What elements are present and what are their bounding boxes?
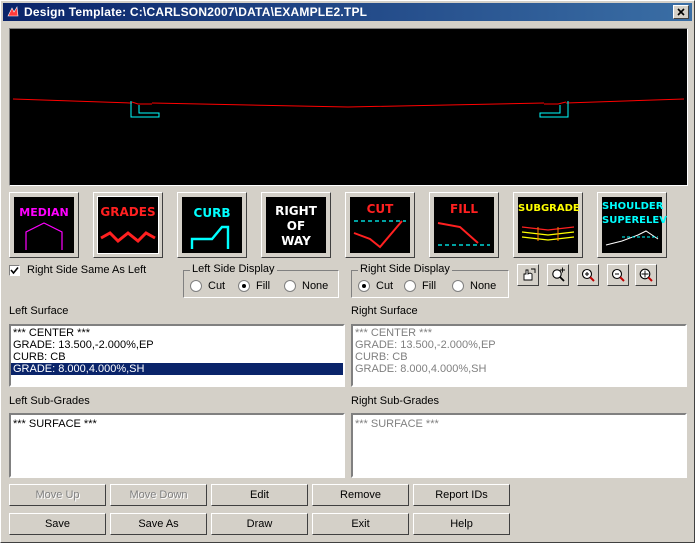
title-bar: Design Template: C:\CARLSON2007\DATA\EXA… bbox=[3, 3, 692, 21]
left-cut-radio[interactable] bbox=[190, 280, 202, 292]
right-of-way-label-line-3: WAY bbox=[281, 234, 311, 248]
left-surface-label: Left Surface bbox=[9, 305, 69, 317]
right-none-label: None bbox=[470, 280, 497, 292]
right-cut-label: Cut bbox=[376, 280, 394, 292]
median-icon: MEDIAN bbox=[14, 197, 74, 253]
cross-section-drawing bbox=[12, 98, 685, 118]
left-subgrades-label: Left Sub-Grades bbox=[9, 395, 90, 407]
list-item: *** SURFACE *** bbox=[355, 418, 439, 430]
left-subgrades-list[interactable]: *** SURFACE *** bbox=[9, 413, 345, 478]
list-item: GRADE: 13.500,-2.000%,EP bbox=[355, 339, 496, 351]
move-down-button[interactable]: Move Down bbox=[110, 484, 207, 506]
zoom-in-button[interactable] bbox=[577, 264, 599, 286]
list-item: *** CENTER *** bbox=[355, 327, 433, 339]
zoom-extents-icon bbox=[639, 268, 653, 282]
right-of-way-icon: RIGHT OF WAY bbox=[266, 197, 326, 253]
right-fill-radio[interactable] bbox=[404, 280, 416, 292]
window-title: Design Template: C:\CARLSON2007\DATA\EXA… bbox=[24, 5, 368, 19]
list-item[interactable]: CURB: CB bbox=[11, 351, 343, 363]
edit-button[interactable]: Edit bbox=[211, 484, 308, 506]
list-item-selected[interactable]: GRADE: 8.000,4.000%,SH bbox=[11, 363, 343, 375]
cut-icon: CUT bbox=[350, 197, 410, 253]
median-button[interactable]: MEDIAN bbox=[9, 192, 79, 258]
left-cut-label: Cut bbox=[208, 280, 226, 292]
zoom-window-button[interactable] bbox=[547, 264, 569, 286]
shoulder-superelev-icon: SHOULDER SUPERELEV bbox=[602, 197, 667, 253]
list-item[interactable]: *** SURFACE *** bbox=[11, 418, 343, 430]
subgrade-button[interactable]: SUBGRADE bbox=[513, 192, 583, 258]
left-fill-radio[interactable] bbox=[238, 280, 250, 292]
right-same-as-left-label: Right Side Same As Left bbox=[27, 264, 147, 276]
checkmark-icon bbox=[10, 266, 19, 275]
remove-button[interactable]: Remove bbox=[312, 484, 409, 506]
curb-button[interactable]: CURB bbox=[177, 192, 247, 258]
subgrade-icon: SUBGRADE bbox=[518, 197, 580, 253]
right-surface-list: *** CENTER *** GRADE: 13.500,-2.000%,EP … bbox=[351, 324, 687, 387]
left-side-display-group: Left Side Display Cut Fill None bbox=[183, 263, 339, 298]
template-preview-canvas bbox=[9, 28, 688, 186]
right-surface-label: Right Surface bbox=[351, 305, 418, 317]
pan-button[interactable] bbox=[517, 264, 539, 286]
exit-button[interactable]: Exit bbox=[312, 513, 409, 535]
curb-icon: CURB bbox=[182, 197, 242, 253]
left-none-label: None bbox=[302, 280, 329, 292]
help-button[interactable]: Help bbox=[413, 513, 510, 535]
app-icon bbox=[7, 6, 19, 17]
design-template-window: Design Template: C:\CARLSON2007\DATA\EXA… bbox=[0, 0, 695, 543]
list-item[interactable]: *** CENTER *** bbox=[11, 327, 343, 339]
grades-button[interactable]: GRADES bbox=[93, 192, 163, 258]
left-none-radio[interactable] bbox=[284, 280, 296, 292]
right-side-display-label: Right Side Display bbox=[358, 263, 452, 275]
save-button[interactable]: Save bbox=[9, 513, 106, 535]
right-of-way-label-line-2: OF bbox=[286, 219, 306, 233]
right-subgrades-label: Right Sub-Grades bbox=[351, 395, 440, 407]
zoom-out-icon bbox=[611, 268, 625, 282]
save-as-button[interactable]: Save As bbox=[110, 513, 207, 535]
right-of-way-label-line-1: RIGHT bbox=[275, 204, 317, 218]
move-up-button[interactable]: Move Up bbox=[9, 484, 106, 506]
draw-button[interactable]: Draw bbox=[211, 513, 308, 535]
pan-icon bbox=[523, 268, 536, 281]
close-button[interactable] bbox=[673, 5, 689, 19]
zoom-extents-button[interactable] bbox=[635, 264, 657, 286]
left-fill-label: Fill bbox=[256, 280, 271, 292]
fill-icon: FILL bbox=[434, 197, 494, 253]
close-icon bbox=[677, 8, 685, 16]
right-same-as-left-checkbox[interactable] bbox=[9, 265, 20, 276]
grades-icon: GRADES bbox=[97, 196, 159, 254]
fill-button[interactable]: FILL bbox=[429, 192, 499, 258]
left-surface-list[interactable]: *** CENTER *** GRADE: 13.500,-2.000%,EP … bbox=[9, 324, 345, 387]
list-item[interactable]: GRADE: 13.500,-2.000%,EP bbox=[11, 339, 343, 351]
left-side-display-label: Left Side Display bbox=[190, 263, 277, 275]
zoom-in-icon bbox=[581, 268, 595, 282]
list-item: GRADE: 8.000,4.000%,SH bbox=[355, 363, 487, 375]
right-none-radio[interactable] bbox=[452, 280, 464, 292]
zoom-window-icon bbox=[552, 267, 565, 282]
right-of-way-button[interactable]: RIGHT OF WAY bbox=[261, 192, 331, 258]
list-item: CURB: CB bbox=[355, 351, 408, 363]
report-ids-button[interactable]: Report IDs bbox=[413, 484, 510, 506]
right-fill-label: Fill bbox=[422, 280, 437, 292]
cut-button[interactable]: CUT bbox=[345, 192, 415, 258]
right-cut-radio[interactable] bbox=[358, 280, 370, 292]
shoulder-superelev-button[interactable]: SHOULDER SUPERELEV bbox=[597, 192, 667, 258]
right-subgrades-list: *** SURFACE *** bbox=[351, 413, 687, 478]
zoom-out-button[interactable] bbox=[607, 264, 629, 286]
right-side-display-group: Right Side Display Cut Fill None bbox=[351, 263, 509, 298]
